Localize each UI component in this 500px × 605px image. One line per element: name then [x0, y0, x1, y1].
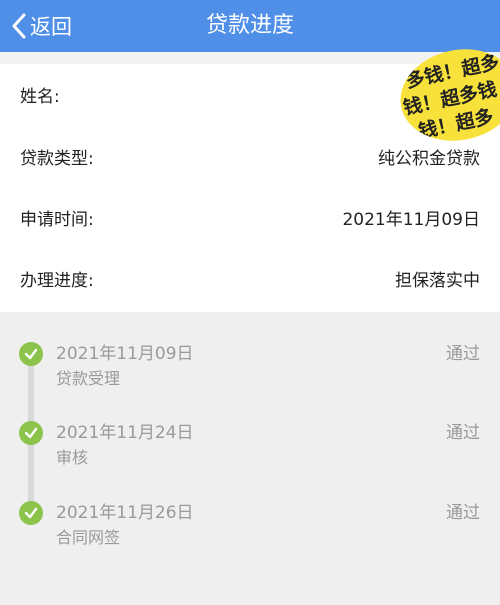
timeline-step: 合同网签	[56, 528, 121, 547]
name-label: 姓名:	[20, 87, 60, 107]
progress-value: 担保落实中	[395, 271, 480, 291]
apply-time-value: 2021年11月09日	[342, 210, 480, 230]
timeline-status: 通过	[446, 503, 480, 523]
progress-timeline: 2021年11月09日 贷款受理 通过 2021年11月24日 审核 通过 20…	[0, 312, 500, 605]
progress-label: 办理进度:	[20, 271, 94, 291]
top-navbar: 返回 贷款进度	[0, 0, 500, 52]
loan-type-label: 贷款类型:	[20, 149, 94, 169]
timeline-item: 2021年11月26日 合同网签 通过	[0, 501, 500, 561]
page-title: 贷款进度	[205, 13, 294, 38]
info-row-apply-time: 申请时间: 2021年11月09日	[0, 189, 500, 251]
timeline-step: 贷款受理	[56, 369, 121, 388]
timeline-step: 审核	[56, 448, 89, 467]
check-circle-icon	[19, 421, 43, 445]
apply-time-label: 申请时间:	[20, 210, 94, 230]
timeline-date: 2021年11月09日	[56, 344, 194, 364]
timeline-item: 2021年11月09日 贷款受理 通过	[0, 342, 500, 402]
check-circle-icon	[19, 501, 43, 525]
info-row-progress: 办理进度: 担保落实中	[0, 250, 500, 312]
timeline-item: 2021年11月24日 审核 通过	[0, 421, 500, 481]
timeline-date: 2021年11月26日	[56, 503, 194, 523]
timeline-date: 2021年11月24日	[56, 423, 194, 443]
timeline-status: 通过	[446, 344, 480, 364]
check-circle-icon	[19, 342, 43, 366]
timeline-status: 通过	[446, 423, 480, 443]
